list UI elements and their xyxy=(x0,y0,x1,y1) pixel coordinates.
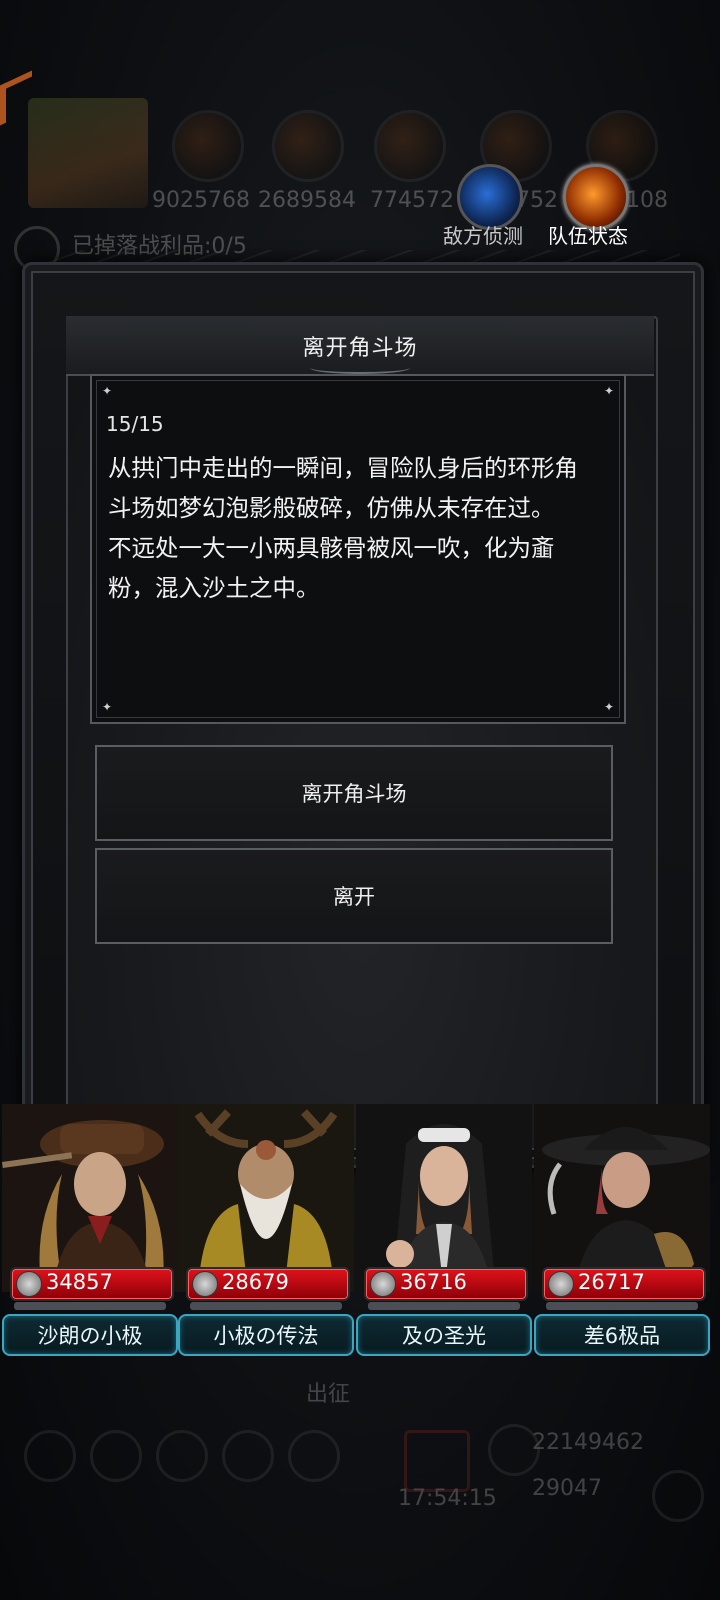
dialog-title: 离开角斗场 xyxy=(302,336,418,361)
hero-name[interactable]: 小极の传法 xyxy=(178,1314,354,1356)
sparkle-icon: ✦ xyxy=(604,700,615,714)
hp-icon xyxy=(370,1271,396,1297)
hero-secondary-bar xyxy=(546,1302,698,1310)
hero-card[interactable]: 28679 小极の传法 xyxy=(178,1104,354,1356)
town-thumbnail xyxy=(28,98,148,208)
hp-icon xyxy=(192,1271,218,1297)
hp-icon xyxy=(16,1271,42,1297)
hero-portrait xyxy=(356,1104,532,1292)
resource-value: 108 xyxy=(626,188,668,213)
hero-hp-bar: 28679 xyxy=(186,1267,350,1301)
hero-secondary-bar xyxy=(14,1302,166,1310)
hero-hp-bar: 26717 xyxy=(542,1267,706,1301)
menu-icon xyxy=(90,1430,142,1482)
resource-value: 2689584 xyxy=(258,188,356,213)
resource-value: 9025768 xyxy=(152,188,250,213)
gold-icon xyxy=(488,1424,540,1476)
hero-secondary-bar xyxy=(368,1302,520,1310)
hero-hp-value: 26717 xyxy=(578,1270,645,1294)
hp-icon xyxy=(548,1271,574,1297)
resource-icon xyxy=(272,110,344,182)
bottom-value: 29047 xyxy=(532,1476,602,1501)
hero-portrait xyxy=(178,1104,354,1292)
hero-portrait xyxy=(2,1104,178,1292)
hero-name[interactable]: 沙朗の小极 xyxy=(2,1314,178,1356)
hero-hp-bar: 36716 xyxy=(364,1267,528,1301)
menu-icon xyxy=(288,1430,340,1482)
expedition-label: 出征 xyxy=(306,1382,351,1407)
hero-card[interactable]: 26717 差6极品 xyxy=(534,1104,710,1356)
choice-leave-button[interactable]: 离开 xyxy=(95,848,613,944)
hero-hp-value: 28679 xyxy=(222,1270,289,1294)
sparkle-icon: ✦ xyxy=(102,384,113,398)
hero-portrait xyxy=(534,1104,710,1292)
menu-icon xyxy=(24,1430,76,1482)
enemy-scout-label[interactable]: 敌方侦测 xyxy=(443,220,523,249)
hero-card[interactable]: 34857 沙朗の小极 xyxy=(2,1104,178,1356)
gift-icon xyxy=(404,1430,470,1492)
resource-value: 774572 xyxy=(370,188,454,213)
plus-icon xyxy=(652,1470,704,1522)
resource-icon xyxy=(172,110,244,182)
menu-icon xyxy=(222,1430,274,1482)
event-progress: 15/15 xyxy=(106,412,164,436)
menu-icon xyxy=(156,1430,208,1482)
team-status-label[interactable]: 队伍状态 xyxy=(548,220,628,249)
hero-card[interactable]: 36716 及の圣光 xyxy=(356,1104,532,1356)
title-ornament xyxy=(310,362,410,374)
hero-hp-bar: 34857 xyxy=(10,1267,174,1301)
hero-name[interactable]: 及の圣光 xyxy=(356,1314,532,1356)
hero-name[interactable]: 差6极品 xyxy=(534,1314,710,1356)
sparkle-icon: ✦ xyxy=(102,700,113,714)
hero-hp-value: 34857 xyxy=(46,1270,113,1294)
hero-hp-value: 36716 xyxy=(400,1270,467,1294)
bottom-value: 22149462 xyxy=(532,1430,644,1455)
sparkle-icon: ✦ xyxy=(604,384,615,398)
story-text: 从拱门中走出的一瞬间，冒险队身后的环形角斗场如梦幻泡影般破碎，仿佛从未存在过。 … xyxy=(108,454,578,602)
choice-leave-arena-button[interactable]: 离开角斗场 xyxy=(95,745,613,841)
hero-secondary-bar xyxy=(190,1302,342,1310)
resource-icon xyxy=(374,110,446,182)
